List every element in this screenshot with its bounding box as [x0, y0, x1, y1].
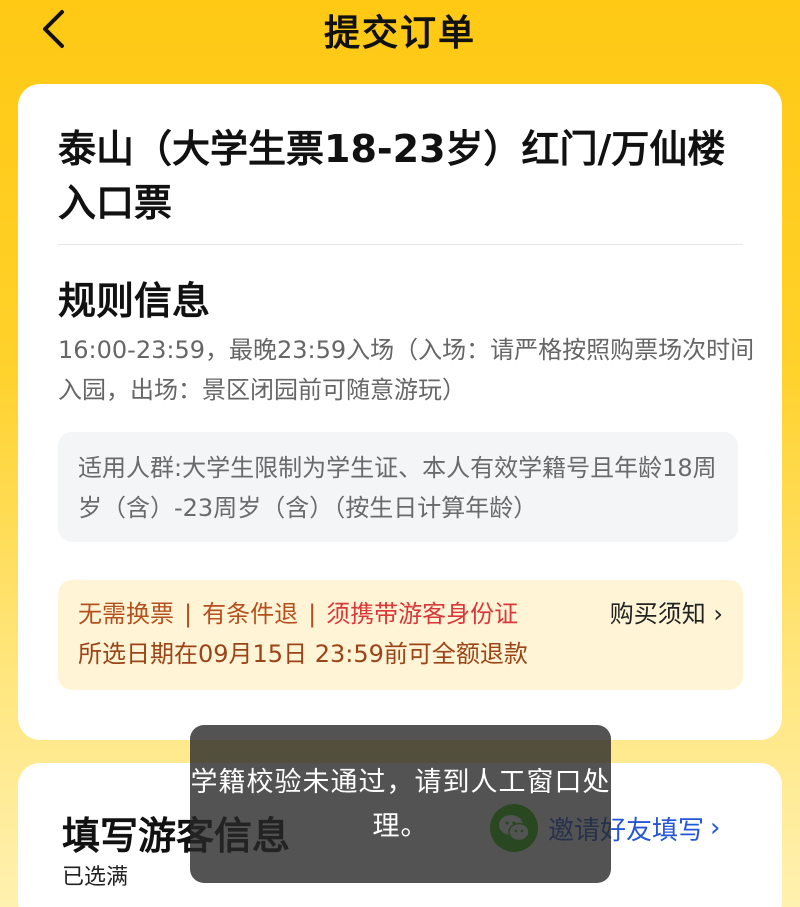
purchase-notice-box[interactable]: 无需换票 | 有条件退 | 须携带游客身份证 购买须知 › 所选日期在09月15日 23…: [58, 580, 743, 690]
chevron-right-icon: ›: [710, 813, 721, 843]
selected-status: 已选满: [62, 865, 129, 890]
buy-notice-link[interactable]: 购买须知 ›: [610, 594, 723, 634]
page-title: 提交订单: [323, 13, 476, 54]
toast-message: 学籍校验未通过，请到人工窗口处理。: [190, 725, 611, 883]
tag-separator: |: [184, 600, 193, 628]
tag-id-required: 须携带游客身份证: [326, 600, 519, 628]
tag-separator: |: [308, 600, 317, 628]
refund-policy: 所选日期在09月15日 23:59前可全额退款: [78, 640, 528, 668]
tag-no-exchange: 无需换票: [78, 600, 174, 628]
ticket-card: 泰山（大学生票18-23岁）红门/万仙楼入口票 规则信息 16:00-23:59…: [18, 84, 782, 740]
divider: [58, 244, 743, 245]
notice-tags: 无需换票 | 有条件退 | 须携带游客身份证 购买须知 ›: [78, 594, 723, 634]
rules-section-title: 规则信息: [58, 279, 211, 323]
product-title: 泰山（大学生票18-23岁）红门/万仙楼入口票: [58, 127, 726, 225]
entry-time-rule: 16:00-23:59，最晚23:59入场（入场：请严格按照购票场次时间入园，出…: [58, 336, 755, 404]
tag-conditional-refund: 有条件退: [202, 600, 299, 628]
header: 提交订单: [0, 0, 800, 60]
audience-info: 适用人群:大学生限制为学生证、本人有效学籍号且年龄18周岁（含）-23周岁（含）…: [58, 432, 738, 542]
